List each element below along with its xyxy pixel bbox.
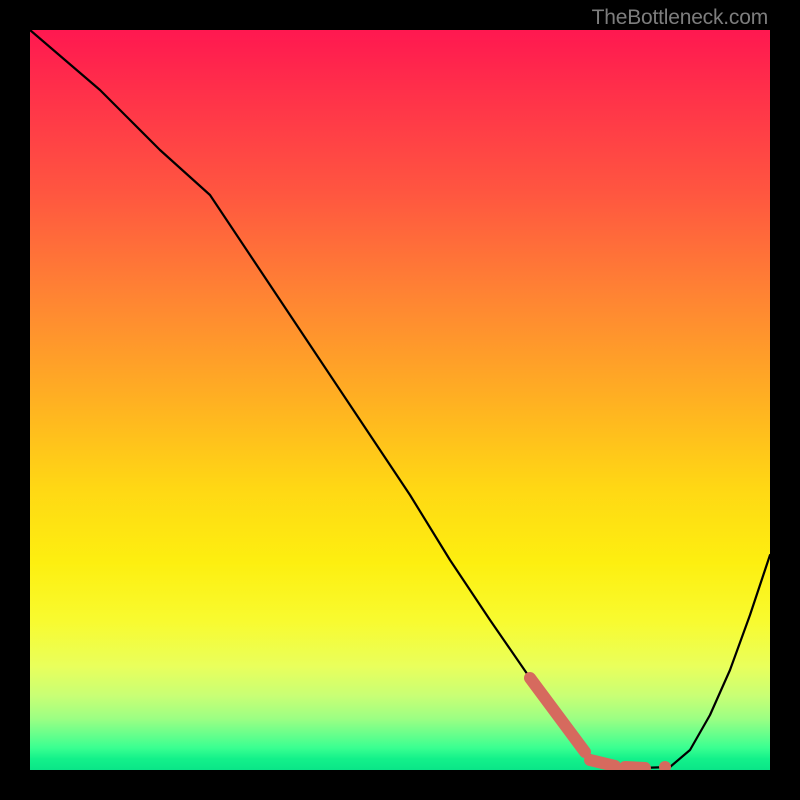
watermark-text: TheBottleneck.com (592, 6, 768, 30)
chart-overlay (30, 30, 770, 770)
chart-frame: TheBottleneck.com (0, 0, 800, 800)
highlight-segment-dash-2 (625, 767, 645, 768)
plot-area (30, 30, 770, 770)
highlight-dot (659, 761, 671, 770)
highlight-segment-dash-1 (590, 760, 615, 766)
bottleneck-curve (30, 30, 770, 768)
highlight-segment-main (530, 678, 585, 752)
